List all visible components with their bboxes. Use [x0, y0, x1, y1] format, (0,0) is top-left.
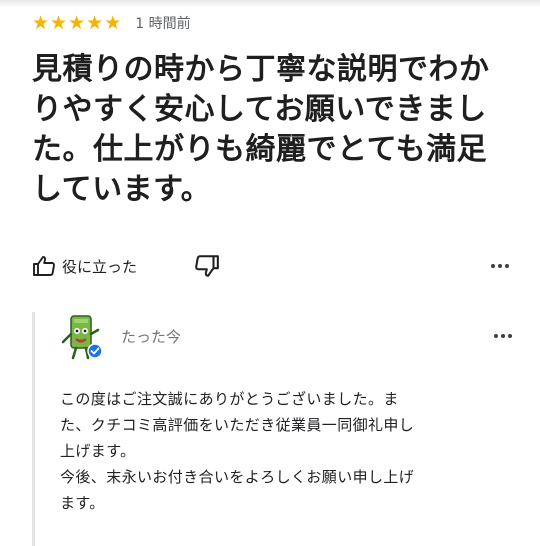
- reply-text-line: た、クチコミ高評価をいただき従業員一同御礼申し: [60, 416, 415, 434]
- helpful-button[interactable]: 役に立った: [32, 252, 137, 280]
- reply-text: この度はご注文誠にありがとうございました。ま た、クチコミ高評価をいただき従業員…: [60, 386, 505, 516]
- star-icon: ★: [68, 12, 86, 34]
- reply-text-line: この度はご注文誠にありがとうございました。ま: [60, 390, 399, 408]
- star-icon: ★: [32, 12, 50, 34]
- star-icon: ★: [86, 12, 104, 34]
- reply-time: たった今: [121, 328, 182, 346]
- top-fade: [0, 0, 540, 8]
- reply-text-line: 今後、末永いお付き合いをよろしくお願い申し上げ: [60, 468, 415, 486]
- verified-badge-icon: [87, 343, 103, 359]
- thumb-down-icon[interactable]: [194, 253, 220, 279]
- star-icon: ★: [50, 12, 68, 34]
- owner-reply: たった今 この度はご注文誠にありがとうございました。ま た、クチコミ高評価をいた…: [32, 312, 513, 546]
- star-icon: ★: [104, 12, 122, 34]
- more-dots-icon[interactable]: [490, 260, 510, 272]
- star-rating: ★ ★ ★ ★ ★: [32, 13, 121, 33]
- review-actions: 役に立った: [32, 252, 510, 280]
- rating-row: ★ ★ ★ ★ ★ 1 時間前: [32, 12, 191, 34]
- review-time: 1 時間前: [135, 16, 191, 32]
- thumb-up-icon: [33, 256, 55, 276]
- owner-avatar[interactable]: [58, 314, 106, 362]
- review-text: 見積りの時から丁寧な説明でわかりやすく安心してお願いできました。仕上がりも綺麗で…: [32, 52, 490, 207]
- helpful-label: 役に立った: [62, 257, 138, 276]
- reply-text-line: 上げます。: [60, 442, 136, 460]
- reply-more-dots-icon[interactable]: [493, 330, 513, 342]
- reply-text-line: ます。: [60, 494, 105, 512]
